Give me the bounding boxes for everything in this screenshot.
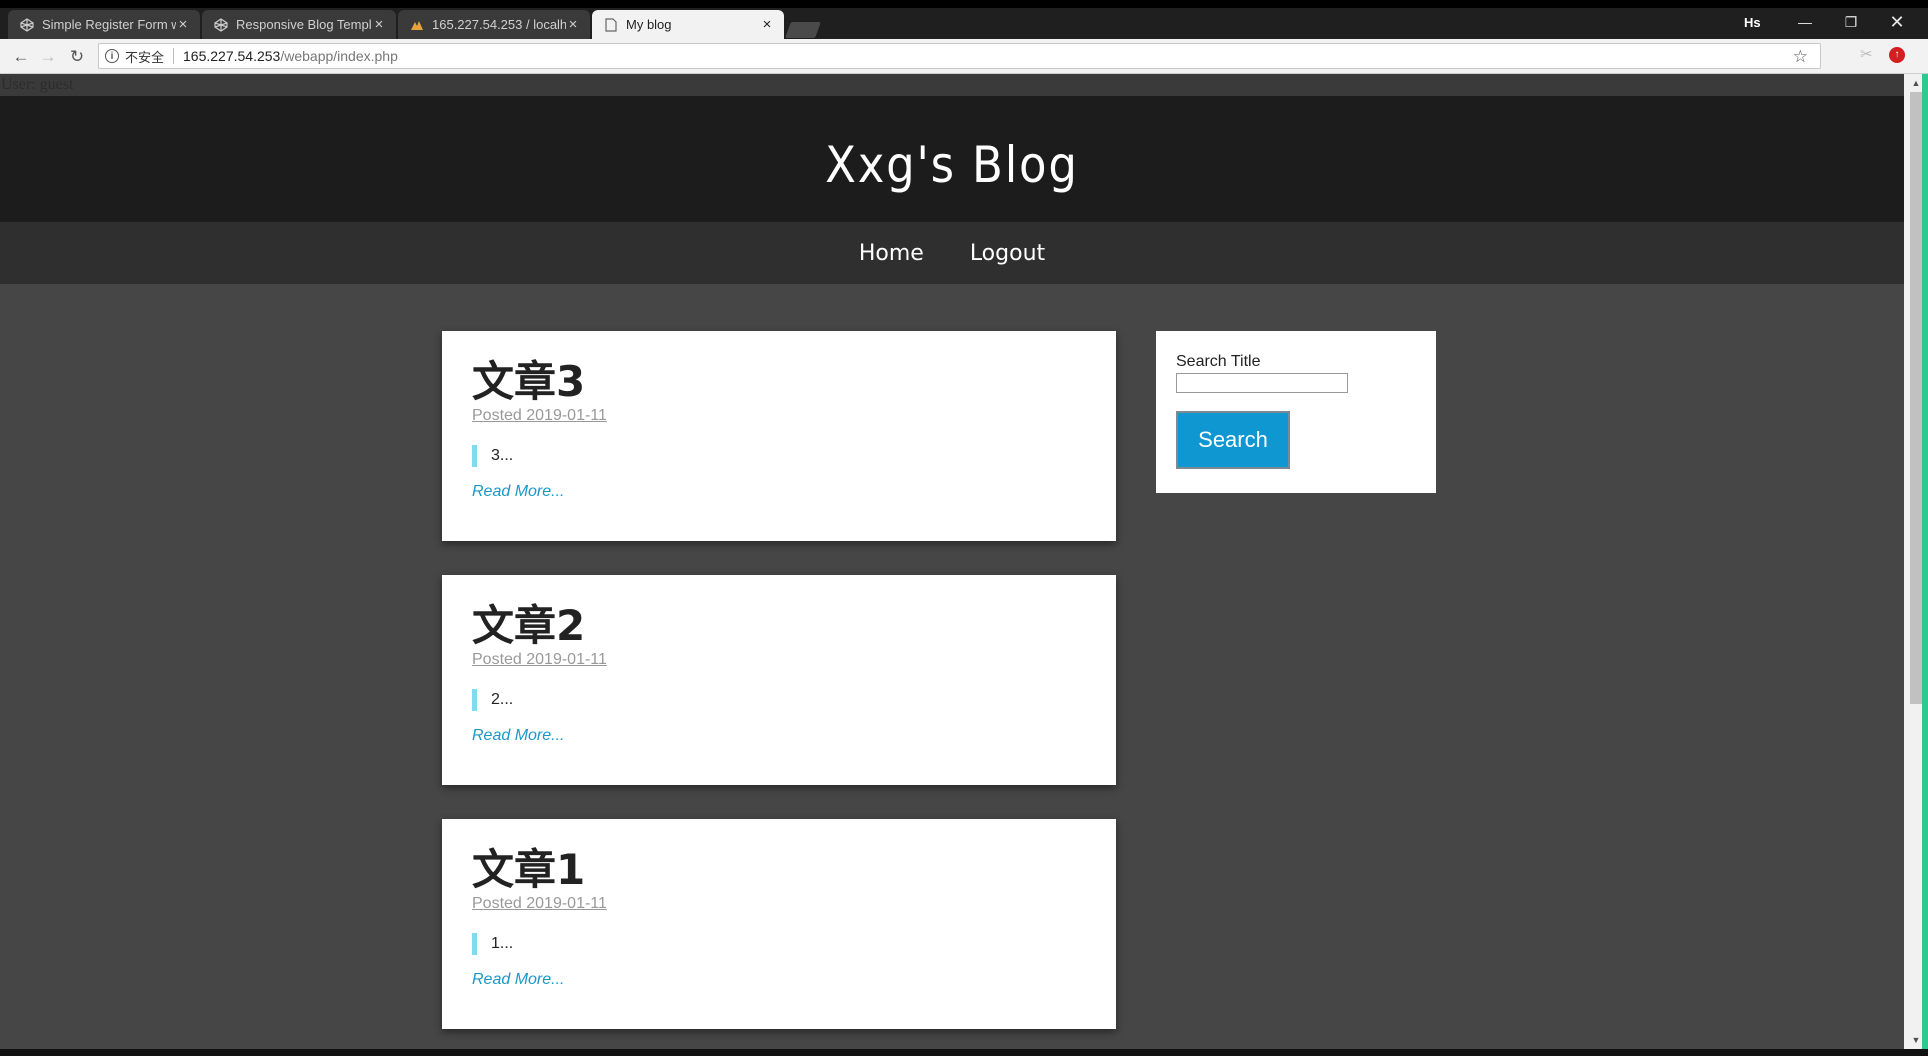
url-path: /webapp/index.php [280, 48, 398, 64]
phpmyadmin-icon [410, 18, 424, 32]
search-title-input[interactable] [1176, 373, 1348, 393]
forward-icon[interactable]: → [37, 46, 59, 68]
tab-title: Simple Register Form w [42, 17, 176, 32]
tab-my-blog[interactable]: My blog × [592, 10, 784, 39]
page-viewport: User: guest Xxg's Blog Home Logout 文章3 P… [0, 74, 1904, 1049]
user-status: User: guest [0, 74, 1904, 96]
tab-title: Responsive Blog Templ [236, 17, 372, 32]
url-host: 165.227.54.253 [183, 48, 281, 64]
minimize-icon[interactable]: — [1782, 8, 1828, 36]
tab-title: My blog [626, 17, 672, 32]
tab-responsive-blog-template[interactable]: Responsive Blog Templ × [202, 10, 396, 39]
upload-extension-icon[interactable]: ↑ [1889, 47, 1905, 63]
post-card: 文章3 Posted 2019-01-11 3... Read More... [442, 331, 1116, 541]
back-icon[interactable]: ← [10, 46, 32, 68]
post-date[interactable]: Posted 2019-01-11 [472, 407, 1086, 425]
close-icon[interactable]: × [372, 16, 386, 33]
site-header: Xxg's Blog [0, 96, 1904, 222]
new-tab-button[interactable] [785, 22, 821, 38]
main-nav: Home Logout [0, 222, 1904, 284]
read-more-link[interactable]: Read More... [472, 727, 1086, 745]
reload-icon[interactable]: ↻ [66, 46, 88, 68]
tab-phpmyadmin[interactable]: 165.227.54.253 / localh × [398, 10, 590, 39]
codepen-icon [20, 17, 34, 32]
browser-toolbar: ← → ↻ i 不安全 165.227.54.253 /webapp/index… [0, 39, 1928, 74]
post-date[interactable]: Posted 2019-01-11 [472, 895, 1086, 913]
codepen-icon [214, 17, 228, 32]
info-icon[interactable]: i [105, 49, 119, 63]
read-more-link[interactable]: Read More... [472, 971, 1086, 989]
window-edge [1922, 74, 1928, 1049]
post-card: 文章1 Posted 2019-01-11 1... Read More... [442, 819, 1116, 1029]
page-icon [604, 17, 618, 32]
post-title[interactable]: 文章2 [472, 603, 1086, 649]
blog-title: Xxg's Blog [825, 136, 1079, 194]
close-icon[interactable]: × [760, 16, 774, 33]
search-button[interactable]: Search [1176, 411, 1290, 469]
bookmark-star-icon[interactable]: ☆ [1793, 47, 1808, 67]
divider [173, 48, 175, 64]
post-excerpt: 2... [472, 689, 1086, 711]
nav-logout-link[interactable]: Logout [970, 241, 1045, 266]
browser-tabstrip: Simple Register Form w × Responsive Blog… [0, 0, 1928, 39]
security-label: 不安全 [125, 49, 165, 65]
close-window-icon[interactable]: ✕ [1874, 8, 1920, 36]
post-title[interactable]: 文章3 [472, 359, 1086, 405]
search-widget: Search Title Search [1156, 331, 1436, 493]
post-date[interactable]: Posted 2019-01-11 [472, 651, 1086, 669]
post-card: 文章2 Posted 2019-01-11 2... Read More... [442, 575, 1116, 785]
search-title-label: Search Title [1176, 353, 1261, 370]
tab-simple-register-form[interactable]: Simple Register Form w × [8, 10, 200, 39]
close-icon[interactable]: × [566, 16, 580, 33]
restore-icon[interactable]: ❐ [1828, 8, 1874, 36]
address-bar[interactable]: i 不安全 165.227.54.253 /webapp/index.php ☆ [98, 43, 1821, 69]
tab-title: 165.227.54.253 / localh [432, 17, 566, 32]
post-excerpt: 1... [472, 933, 1086, 955]
post-excerpt: 3... [472, 445, 1086, 467]
post-title[interactable]: 文章1 [472, 847, 1086, 893]
extension-icon[interactable]: ✂ [1860, 45, 1873, 63]
nav-home-link[interactable]: Home [859, 241, 924, 266]
scrollbar-thumb[interactable] [1910, 92, 1922, 704]
close-icon[interactable]: × [176, 16, 190, 33]
read-more-link[interactable]: Read More... [472, 483, 1086, 501]
taskbar [0, 1049, 1928, 1056]
profile-button[interactable]: Hs [1744, 8, 1761, 36]
